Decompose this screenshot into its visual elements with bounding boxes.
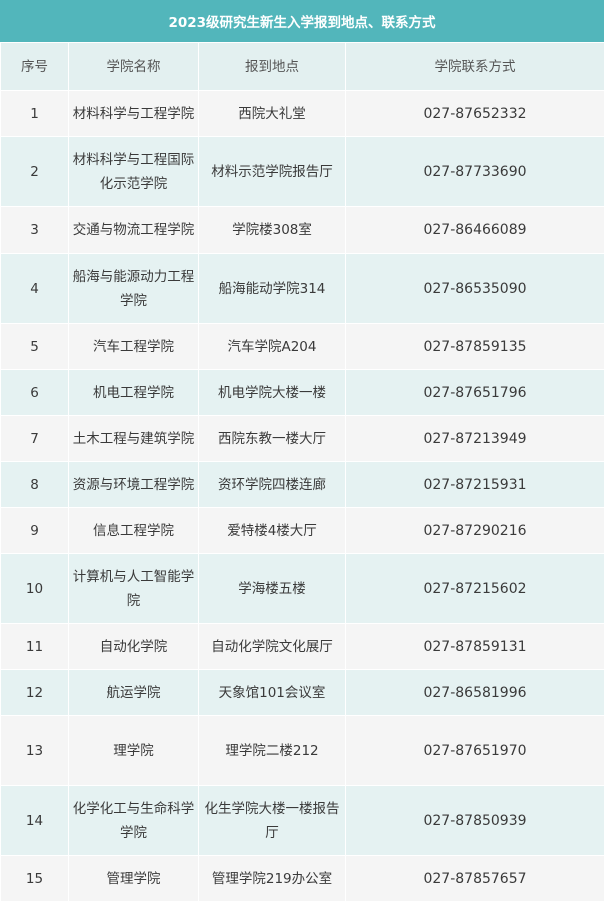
cell-location: 爱特楼4楼大厅 <box>198 507 346 554</box>
cell-phone: 027-86581996 <box>345 669 604 716</box>
cell-college: 机电工程学院 <box>68 369 199 416</box>
cell-phone: 027-87651796 <box>345 369 604 416</box>
table-row: 8 资源与环境工程学院 资环学院四楼连廊 027-87215931 <box>0 461 604 508</box>
cell-college: 航运学院 <box>68 669 199 716</box>
table-row: 14 化学化工与生命科学学院 化生学院大楼一楼报告厅 027-87850939 <box>0 785 604 856</box>
cell-number: 13 <box>0 715 69 786</box>
cell-location: 汽车学院A204 <box>198 323 346 370</box>
cell-phone: 027-87290216 <box>345 507 604 554</box>
cell-location: 学院楼308室 <box>198 206 346 254</box>
table-title: 2023级研究生新生入学报到地点、联系方式 <box>0 0 604 42</box>
table-row: 4 船海与能源动力工程学院 船海能动学院314 027-86535090 <box>0 253 604 324</box>
cell-number: 2 <box>0 136 69 207</box>
cell-phone: 027-87213949 <box>345 415 604 462</box>
cell-location: 管理学院219办公室 <box>198 855 346 902</box>
cell-college: 管理学院 <box>68 855 199 902</box>
registration-document: 2023级研究生新生入学报到地点、联系方式 序号 学院名称 报到地点 学院联系方… <box>0 0 604 912</box>
cell-college: 船海与能源动力工程学院 <box>68 253 199 324</box>
cell-number: 12 <box>0 669 69 716</box>
cell-college: 信息工程学院 <box>68 507 199 554</box>
cell-location: 天象馆101会议室 <box>198 669 346 716</box>
table-body: 1 材料科学与工程学院 西院大礼堂 027-87652332 2 材料科学与工程国际化示范… <box>0 90 604 902</box>
header-contact: 学院联系方式 <box>345 42 604 91</box>
cell-college: 资源与环境工程学院 <box>68 461 199 508</box>
cell-phone: 027-87850939 <box>345 785 604 856</box>
cell-number: 7 <box>0 415 69 462</box>
cell-college: 理学院 <box>68 715 199 786</box>
table-row: 6 机电工程学院 机电学院大楼一楼 027-87651796 <box>0 369 604 416</box>
cell-phone: 027-87652332 <box>345 90 604 137</box>
cell-number: 14 <box>0 785 69 856</box>
table-row: 12 航运学院 天象馆101会议室 027-86581996 <box>0 669 604 716</box>
cell-location: 西院大礼堂 <box>198 90 346 137</box>
cell-number: 5 <box>0 323 69 370</box>
cell-number: 10 <box>0 553 69 624</box>
table-row: 11 自动化学院 自动化学院文化展厅 027-87859131 <box>0 623 604 670</box>
cell-number: 3 <box>0 206 69 254</box>
cell-phone: 027-87733690 <box>345 136 604 207</box>
cell-number: 11 <box>0 623 69 670</box>
cell-number: 1 <box>0 90 69 137</box>
cell-college: 汽车工程学院 <box>68 323 199 370</box>
cell-phone: 027-87215602 <box>345 553 604 624</box>
header-number: 序号 <box>0 42 69 91</box>
cell-location: 船海能动学院314 <box>198 253 346 324</box>
table-row: 3 交通与物流工程学院 学院楼308室 027-86466089 <box>0 206 604 254</box>
cell-location: 自动化学院文化展厅 <box>198 623 346 670</box>
cell-number: 15 <box>0 855 69 902</box>
cell-college: 计算机与人工智能学院 <box>68 553 199 624</box>
cell-college: 化学化工与生命科学学院 <box>68 785 199 856</box>
cell-phone: 027-87215931 <box>345 461 604 508</box>
table-row: 10 计算机与人工智能学院 学海楼五楼 027-87215602 <box>0 553 604 624</box>
table-row: 1 材料科学与工程学院 西院大礼堂 027-87652332 <box>0 90 604 137</box>
cell-phone: 027-87859131 <box>345 623 604 670</box>
table-row: 9 信息工程学院 爱特楼4楼大厅 027-87290216 <box>0 507 604 554</box>
cell-college: 交通与物流工程学院 <box>68 206 199 254</box>
cell-location: 资环学院四楼连廊 <box>198 461 346 508</box>
cell-number: 4 <box>0 253 69 324</box>
table-row: 2 材料科学与工程国际化示范学院 材料示范学院报告厅 027-87733690 <box>0 136 604 207</box>
cell-location: 化生学院大楼一楼报告厅 <box>198 785 346 856</box>
cell-phone: 027-86535090 <box>345 253 604 324</box>
table-header: 序号 学院名称 报到地点 学院联系方式 <box>0 42 604 91</box>
cell-phone: 027-87857657 <box>345 855 604 902</box>
cell-location: 西院东教一楼大厅 <box>198 415 346 462</box>
cell-phone: 027-87651970 <box>345 715 604 786</box>
header-location: 报到地点 <box>198 42 346 91</box>
cell-location: 机电学院大楼一楼 <box>198 369 346 416</box>
cell-phone: 027-87859135 <box>345 323 604 370</box>
cell-college: 材料科学与工程国际化示范学院 <box>68 136 199 207</box>
header-college: 学院名称 <box>68 42 199 91</box>
cell-college: 自动化学院 <box>68 623 199 670</box>
cell-location: 材料示范学院报告厅 <box>198 136 346 207</box>
table-row: 7 土木工程与建筑学院 西院东教一楼大厅 027-87213949 <box>0 415 604 462</box>
table-row: 15 管理学院 管理学院219办公室 027-87857657 <box>0 855 604 902</box>
cell-college: 土木工程与建筑学院 <box>68 415 199 462</box>
cell-phone: 027-86466089 <box>345 206 604 254</box>
cell-number: 8 <box>0 461 69 508</box>
cell-number: 9 <box>0 507 69 554</box>
registration-table: 序号 学院名称 报到地点 学院联系方式 1 材料科学与工程学院 西院大礼堂 027-8… <box>0 42 604 902</box>
cell-location: 学海楼五楼 <box>198 553 346 624</box>
table-row: 5 汽车工程学院 汽车学院A204 027-87859135 <box>0 323 604 370</box>
cell-number: 6 <box>0 369 69 416</box>
cell-location: 理学院二楼212 <box>198 715 346 786</box>
table-row: 13 理学院 理学院二楼212 027-87651970 <box>0 715 604 786</box>
cell-college: 材料科学与工程学院 <box>68 90 199 137</box>
